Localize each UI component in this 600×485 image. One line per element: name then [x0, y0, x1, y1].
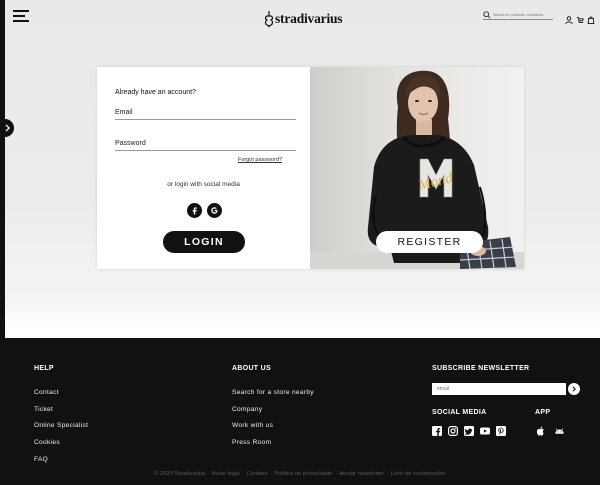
footer-link-company[interactable]: Company: [232, 406, 262, 413]
user-icon[interactable]: [565, 11, 573, 25]
password-field[interactable]: [115, 141, 296, 151]
twitter-icon[interactable]: [464, 423, 474, 436]
arrow-right-icon: [572, 386, 576, 392]
menu-icon[interactable]: [13, 10, 29, 22]
youtube-icon[interactable]: [480, 423, 490, 435]
pinterest-icon[interactable]: [496, 423, 506, 436]
google-icon: [211, 207, 218, 214]
chevron-right-icon: [4, 124, 10, 132]
footer-link-store-search[interactable]: Search for a store nearby: [232, 389, 314, 396]
complaints-book-link[interactable]: Livro de reclamações: [391, 471, 446, 477]
login-panel: Already have an account? Email Password …: [97, 67, 310, 269]
footer-link-work-with-us[interactable]: Work with us: [232, 422, 273, 429]
logo[interactable]: stradivarius: [264, 9, 343, 29]
newsletter-title: SUBSCRIBE NEWSLETTER: [432, 365, 530, 372]
copyright-text: © 2020 Stradivarius: [154, 471, 206, 477]
newsletter-email-input[interactable]: [432, 383, 566, 395]
android-icon[interactable]: [554, 423, 564, 434]
email-field[interactable]: [115, 110, 296, 120]
legal-notice-link[interactable]: Aviso legal: [212, 471, 240, 477]
footer-bottom-bar: © 2020 Stradivarius · Aviso legal · Cook…: [154, 471, 446, 477]
footer-about-title: ABOUT US: [232, 365, 271, 372]
newsletter-submit-button[interactable]: [568, 383, 580, 395]
login-card: Already have an account? Email Password …: [97, 67, 524, 269]
footer-link-ticket[interactable]: Ticket: [34, 406, 53, 413]
instagram-icon[interactable]: [448, 423, 459, 437]
footer-link-contact[interactable]: Contact: [34, 389, 59, 396]
facebook-icon[interactable]: [432, 423, 442, 436]
cookies-link[interactable]: Cookies: [246, 471, 267, 477]
apple-icon[interactable]: [535, 423, 545, 436]
cart-icon[interactable]: [587, 11, 595, 25]
social-media-title: SOCIAL MEDIA: [432, 409, 487, 416]
footer-link-online-specialist[interactable]: Online Specialist: [34, 422, 88, 429]
facebook-icon: [192, 207, 197, 215]
search-input[interactable]: [493, 13, 551, 17]
social-media-links: [432, 423, 506, 437]
unsubscribe-newsletter-link[interactable]: Anular newsletter: [339, 471, 384, 477]
login-button[interactable]: LOGIN: [163, 231, 245, 253]
header-icons: [565, 11, 595, 25]
footer: HELP Contact Ticket Online Specialist Co…: [0, 338, 600, 485]
logo-text: stradivarius: [275, 11, 343, 26]
privacy-policy-link[interactable]: Política de privacidade: [274, 471, 332, 477]
footer-link-press-room[interactable]: Press Room: [232, 439, 271, 446]
facebook-login-button[interactable]: [187, 203, 202, 218]
register-button[interactable]: REGISTER: [376, 231, 483, 253]
page: stradivarius Already have an account? Em…: [0, 0, 600, 485]
app-title: APP: [535, 409, 551, 416]
bag-icon[interactable]: [576, 11, 584, 23]
violin-logo-icon: [264, 11, 274, 28]
social-login-text: or login with social media: [167, 181, 240, 188]
register-panel: Mond REGISTER: [310, 67, 524, 269]
search-bar[interactable]: [483, 11, 553, 20]
footer-link-cookies[interactable]: Cookies: [34, 439, 60, 446]
login-title: Already have an account?: [115, 89, 196, 96]
google-login-button[interactable]: [207, 203, 222, 218]
app-links: [535, 423, 564, 436]
forgot-password-link[interactable]: Forgot password?: [238, 157, 282, 163]
footer-help-title: HELP: [34, 365, 54, 372]
footer-link-faq[interactable]: FAQ: [34, 456, 48, 463]
search-icon[interactable]: [483, 11, 491, 19]
